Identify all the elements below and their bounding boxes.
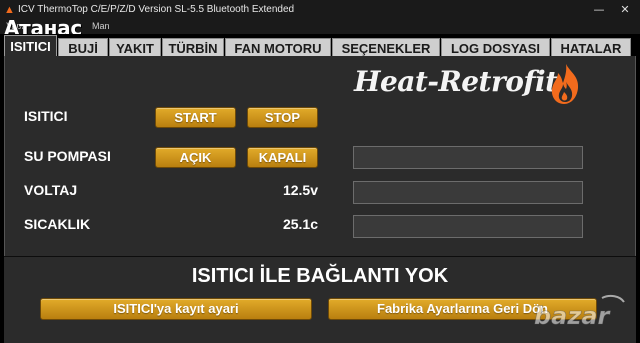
tab-log-dosyasi[interactable]: LOG DOSYASI — [441, 38, 550, 57]
pump-closed-button[interactable]: KAPALI — [247, 147, 318, 168]
close-button[interactable]: ✕ — [612, 0, 638, 20]
connection-status-message: ISITICI İLE BAĞLANTI YOK — [191, 265, 449, 287]
svg-text:bazar: bazar — [534, 302, 612, 330]
flame-icon — [551, 64, 579, 104]
register-heater-button[interactable]: ISITICI'ya kayıt ayari — [40, 298, 312, 320]
bazar-watermark-logo: bazar — [534, 294, 625, 330]
tab-strip: ISITICI BUJİ YAKIT TÜRBİN FAN MOTORU SEÇ… — [0, 34, 640, 57]
heater-label: ISITICI — [24, 108, 68, 124]
title-bar: ▲ ICV ThermoTop C/E/P/Z/D Version SL-5.5… — [0, 0, 640, 20]
tab-fan-motoru[interactable]: FAN MOTORU — [225, 38, 331, 57]
menu-item-man[interactable]: Man — [92, 21, 110, 31]
brand-logo: Heat-Retrofit — [354, 65, 558, 98]
tab-isitici[interactable]: ISITICI — [4, 35, 57, 57]
voltage-label: VOLTAJ — [24, 182, 78, 198]
temperature-label: SICAKLIK — [24, 216, 91, 232]
voltage-field — [353, 181, 583, 204]
tab-yakit[interactable]: YAKIT — [109, 38, 161, 57]
menu-bar: Yapı Man — [0, 20, 640, 34]
stop-button[interactable]: STOP — [247, 107, 318, 128]
app-flame-icon: ▲ — [4, 4, 15, 16]
temperature-field — [353, 215, 583, 238]
temperature-value: 25.1c — [282, 216, 318, 232]
window-title: ICV ThermoTop C/E/P/Z/D Version SL-5.5 B… — [18, 4, 295, 15]
pump-status-field — [353, 146, 583, 169]
start-button[interactable]: START — [155, 107, 236, 128]
tab-turbin[interactable]: TÜRBİN — [162, 38, 224, 57]
minimize-button[interactable]: — — [586, 0, 612, 20]
tab-hatalar[interactable]: HATALAR — [551, 38, 631, 57]
tab-secenekler[interactable]: SEÇENEKLER — [332, 38, 440, 57]
tab-buji[interactable]: BUJİ — [58, 38, 108, 57]
water-pump-label: SU POMPASI — [24, 148, 111, 164]
voltage-value: 12.5v — [282, 182, 318, 198]
pump-open-button[interactable]: AÇIK — [155, 147, 236, 168]
